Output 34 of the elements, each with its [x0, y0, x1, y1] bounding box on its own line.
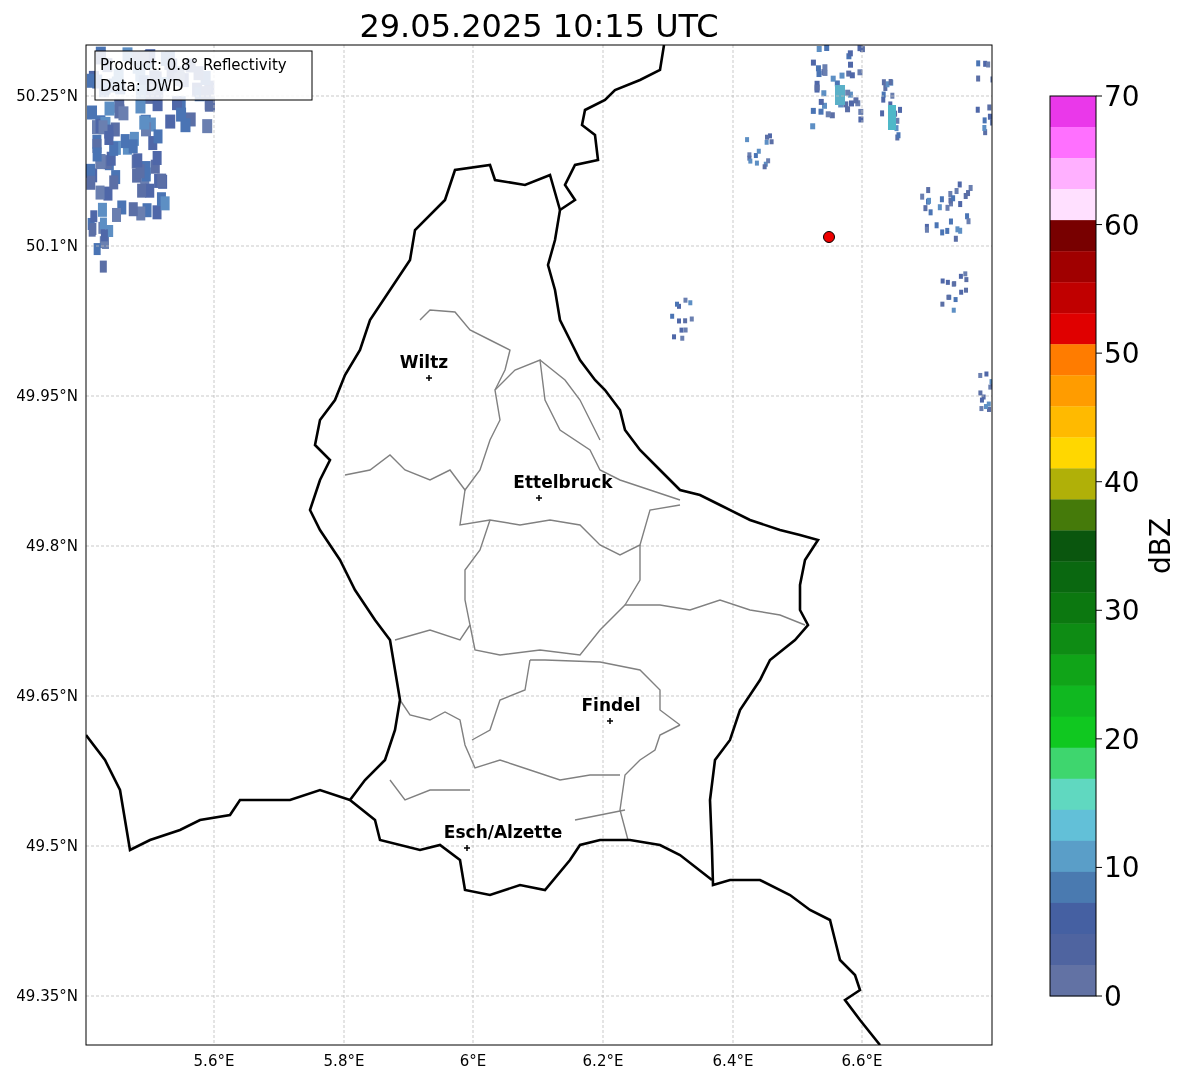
colorbar-tick-label: 10	[1104, 851, 1140, 885]
colorbar-tick-label: 0	[1104, 980, 1122, 1013]
longitude-label: 6.2°E	[582, 1052, 624, 1070]
city-marker-icon	[425, 374, 433, 382]
latitude-label: 50.25°N	[16, 87, 78, 105]
colorbar-tick-label: 70	[1104, 80, 1140, 113]
city-label: Esch/Alzette	[443, 822, 563, 842]
colorbar-tick-label: 50	[1104, 337, 1140, 371]
longitude-label: 5.6°E	[193, 1052, 235, 1070]
latitude-label: 49.8°N	[25, 537, 78, 555]
latitude-label: 49.95°N	[16, 387, 78, 405]
city-marker-icon	[463, 844, 471, 852]
city-label: Wiltz	[399, 352, 449, 372]
colorbar-tick-label: 60	[1104, 208, 1140, 242]
map-title: 29.05.2025 10:15 UTC	[359, 7, 719, 45]
latitude-label: 49.35°N	[16, 987, 78, 1005]
info-text: Product: 0.8° Reflectivity	[100, 56, 287, 74]
longitude-label: 6.6°E	[841, 1052, 883, 1070]
city-label: Ettelbruck	[513, 472, 613, 492]
info-text: Data: DWD	[100, 77, 184, 95]
longitude-label: 6.4°E	[712, 1052, 754, 1070]
city-marker-icon	[535, 494, 543, 502]
colorbar-tick-label: 30	[1104, 594, 1140, 628]
longitude-label: 6°E	[459, 1052, 487, 1070]
longitude-label: 5.8°E	[323, 1052, 365, 1070]
colorbar-tick-label: 20	[1104, 722, 1140, 756]
latitude-label: 50.1°N	[25, 237, 78, 255]
colorbar-label: dBZ	[1144, 517, 1177, 575]
colorbar-tick-label: 40	[1104, 465, 1140, 499]
latitude-label: 49.5°N	[25, 837, 78, 855]
city-label: Findel	[581, 695, 641, 715]
latitude-label: 49.65°N	[16, 687, 78, 705]
radar-site-marker	[823, 231, 835, 243]
city-marker-icon	[606, 717, 614, 725]
